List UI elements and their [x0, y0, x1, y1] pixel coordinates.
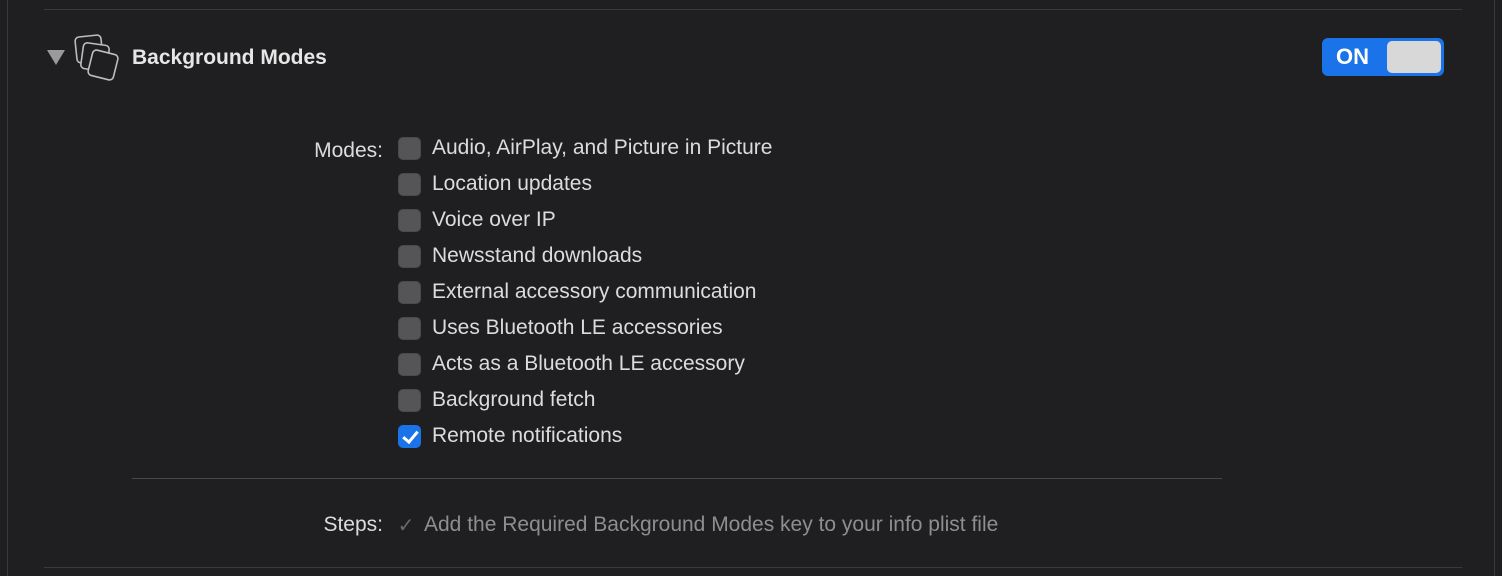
checkmark-icon: ✓ — [397, 514, 415, 537]
toggle-label: ON — [1336, 44, 1369, 69]
panel-right-border — [1494, 0, 1495, 576]
checkbox[interactable] — [398, 172, 421, 196]
checkbox[interactable] — [398, 316, 421, 340]
mode-label: Voice over IP — [432, 208, 556, 231]
mode-label: Background fetch — [432, 388, 596, 411]
mode-voice-over-ip[interactable]: Voice over IP — [398, 207, 556, 233]
mode-label: External accessory communication — [432, 280, 757, 303]
mode-label: Newsstand downloads — [432, 244, 643, 267]
steps-label: Steps: — [323, 513, 383, 536]
top-divider — [44, 9, 1462, 10]
step-item: ✓ Add the Required Background Modes key … — [394, 512, 999, 538]
stacked-windows-icon — [74, 34, 119, 81]
mode-bluetooth-le-central[interactable]: Uses Bluetooth LE accessories — [398, 315, 723, 341]
mode-label: Audio, AirPlay, and Picture in Picture — [432, 136, 773, 159]
mode-bluetooth-le-peripheral[interactable]: Acts as a Bluetooth LE accessory — [398, 351, 745, 377]
checkbox[interactable] — [398, 208, 421, 232]
mode-background-fetch[interactable]: Background fetch — [398, 387, 595, 413]
steps-divider — [132, 478, 1222, 479]
checkbox[interactable] — [398, 352, 421, 376]
checkbox[interactable] — [398, 388, 421, 412]
mode-location-updates[interactable]: Location updates — [398, 171, 592, 197]
mode-label: Acts as a Bluetooth LE accessory — [432, 352, 745, 375]
mode-label: Uses Bluetooth LE accessories — [432, 316, 723, 339]
toggle-knob[interactable] — [1387, 41, 1441, 73]
panel-left-border — [7, 0, 8, 576]
modes-label: Modes: — [314, 139, 383, 162]
mode-newsstand-downloads[interactable]: Newsstand downloads — [398, 243, 642, 269]
mode-external-accessory[interactable]: External accessory communication — [398, 279, 756, 305]
checkbox[interactable] — [398, 136, 421, 160]
mode-label: Remote notifications — [432, 424, 623, 447]
mode-audio-airplay-pip[interactable]: Audio, AirPlay, and Picture in Picture — [398, 135, 772, 161]
disclosure-triangle-icon[interactable] — [47, 50, 65, 65]
section-title: Background Modes — [132, 46, 327, 69]
checkbox[interactable] — [398, 244, 421, 268]
step-text: Add the Required Background Modes key to… — [424, 513, 999, 536]
checkbox-checked[interactable] — [398, 424, 421, 448]
mode-label: Location updates — [432, 172, 592, 195]
capabilities-panel: Background Modes ON Modes: Audio, AirPla… — [0, 0, 1502, 576]
bottom-divider — [44, 567, 1462, 568]
capability-toggle[interactable]: ON — [1322, 38, 1444, 76]
checkbox[interactable] — [398, 280, 421, 304]
mode-remote-notifications[interactable]: Remote notifications — [398, 423, 622, 449]
